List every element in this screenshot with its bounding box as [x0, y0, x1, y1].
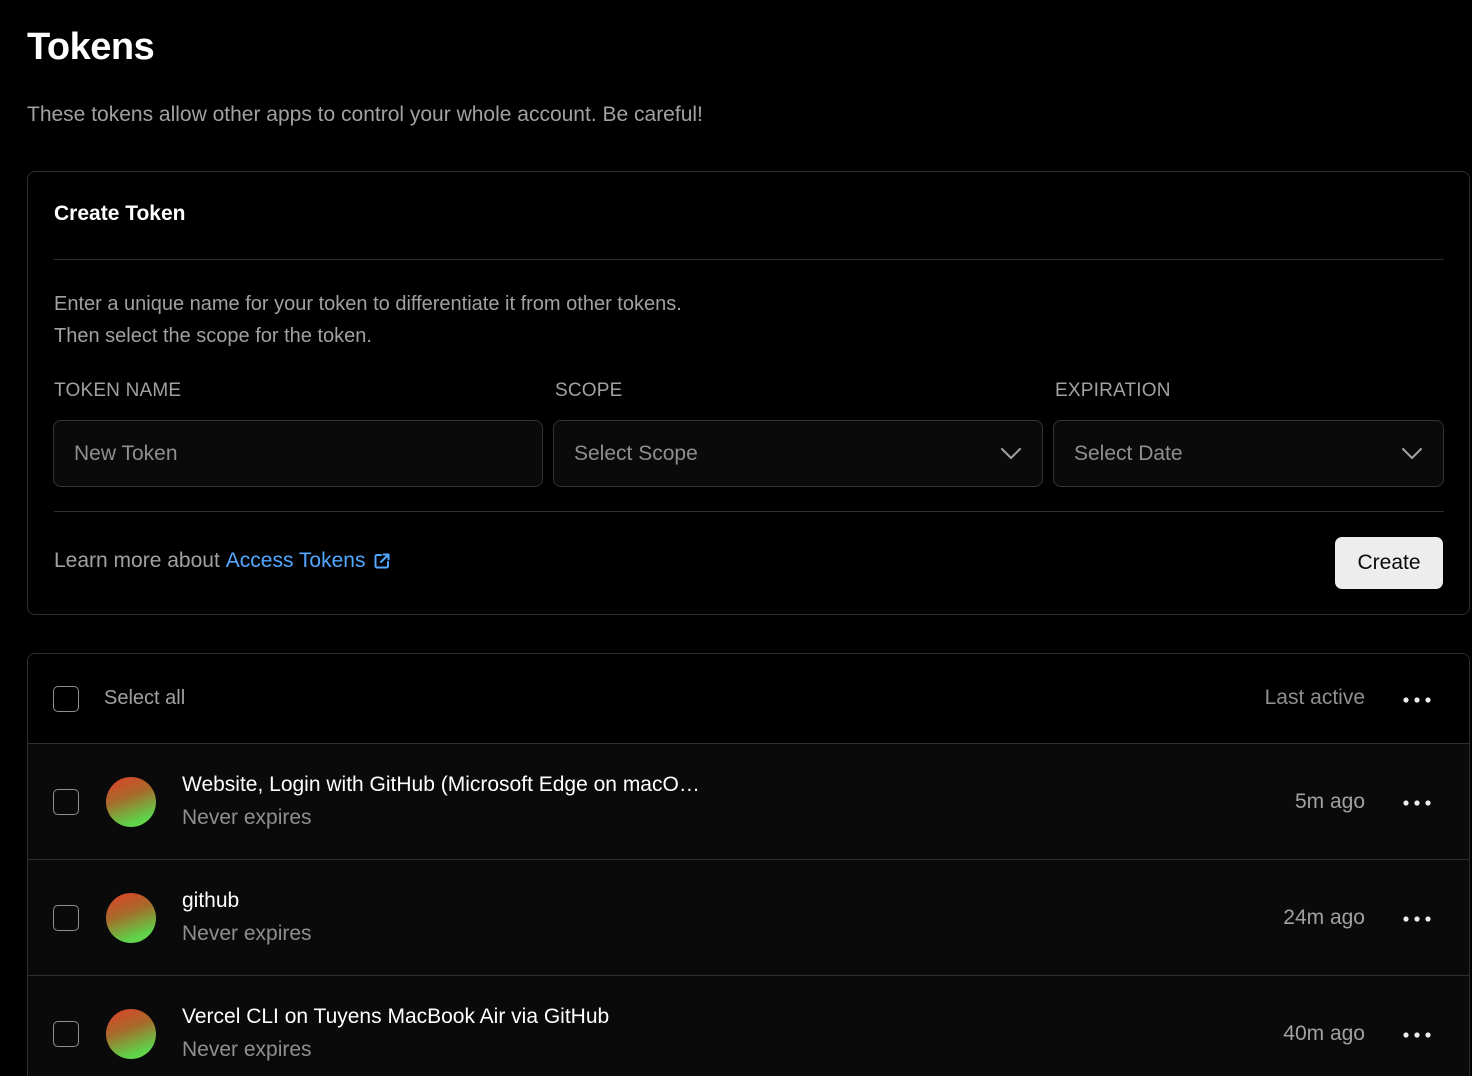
- tokens-page: Tokens These tokens allow other apps to …: [0, 0, 1472, 1076]
- expiration-select[interactable]: Select Date: [1053, 420, 1444, 487]
- token-expiration: Never expires: [182, 806, 312, 829]
- token-name-label: TOKEN NAME: [54, 380, 182, 401]
- avatar: [106, 777, 156, 827]
- more-horizontal-icon: [1403, 690, 1431, 708]
- token-expiration: Never expires: [182, 1038, 312, 1061]
- token-row-more-button[interactable]: [1399, 903, 1435, 933]
- create-token-card: Create Token Enter a unique name for you…: [27, 171, 1470, 615]
- more-horizontal-icon: [1403, 1025, 1431, 1043]
- learn-more-text: Learn more about Access Tokens: [54, 549, 391, 573]
- scope-label: SCOPE: [555, 380, 623, 401]
- access-tokens-link[interactable]: Access Tokens: [226, 549, 392, 573]
- create-button[interactable]: Create: [1335, 537, 1443, 589]
- select-all-checkbox[interactable]: [53, 686, 79, 712]
- token-row: Website, Login with GitHub (Microsoft Ed…: [28, 744, 1469, 860]
- last-active-label: Last active: [1264, 686, 1365, 709]
- token-row-more-button[interactable]: [1399, 1019, 1435, 1049]
- token-row-checkbox[interactable]: [53, 789, 79, 815]
- avatar: [106, 1009, 156, 1059]
- card-divider: [54, 511, 1444, 512]
- token-name: Vercel CLI on Tuyens MacBook Air via Git…: [182, 1005, 610, 1028]
- token-row: Vercel CLI on Tuyens MacBook Air via Git…: [28, 976, 1469, 1076]
- chevron-down-icon: [1000, 443, 1022, 465]
- scope-select-value: Select Scope: [574, 441, 698, 465]
- learn-more-prefix: Learn more about: [54, 549, 220, 572]
- token-list-header: Select all Last active: [28, 654, 1469, 744]
- description-line-1: Enter a unique name for your token to di…: [54, 293, 682, 315]
- token-name-input[interactable]: [74, 441, 522, 466]
- description-line-2: Then select the scope for the token.: [54, 325, 372, 347]
- expiration-label: EXPIRATION: [1055, 380, 1171, 401]
- select-all-label: Select all: [104, 687, 186, 709]
- token-list: Select all Last active Website, Login wi…: [27, 653, 1470, 1076]
- token-expiration: Never expires: [182, 922, 312, 945]
- token-name: github: [182, 889, 240, 912]
- chevron-down-icon: [1401, 443, 1423, 465]
- card-description: Enter a unique name for your token to di…: [54, 288, 682, 352]
- token-row-checkbox[interactable]: [53, 1021, 79, 1047]
- token-last-active: 24m ago: [1283, 906, 1365, 929]
- list-more-button[interactable]: [1399, 684, 1435, 714]
- token-row-checkbox[interactable]: [53, 905, 79, 931]
- more-horizontal-icon: [1403, 909, 1431, 927]
- expiration-select-value: Select Date: [1074, 441, 1183, 465]
- token-last-active: 5m ago: [1294, 790, 1365, 813]
- token-row: github Never expires 24m ago: [28, 860, 1469, 976]
- token-name: Website, Login with GitHub (Microsoft Ed…: [182, 773, 700, 796]
- access-tokens-link-label: Access Tokens: [225, 549, 366, 572]
- scope-select[interactable]: Select Scope: [553, 420, 1043, 487]
- external-link-icon: [373, 552, 391, 570]
- avatar: [106, 893, 156, 943]
- token-name-field[interactable]: [53, 420, 543, 487]
- page-title: Tokens: [27, 26, 155, 68]
- more-horizontal-icon: [1403, 793, 1431, 811]
- page-subtitle: These tokens allow other apps to control…: [27, 103, 703, 126]
- card-divider: [54, 259, 1444, 260]
- card-title: Create Token: [54, 202, 186, 225]
- token-last-active: 40m ago: [1283, 1022, 1365, 1045]
- token-row-more-button[interactable]: [1399, 787, 1435, 817]
